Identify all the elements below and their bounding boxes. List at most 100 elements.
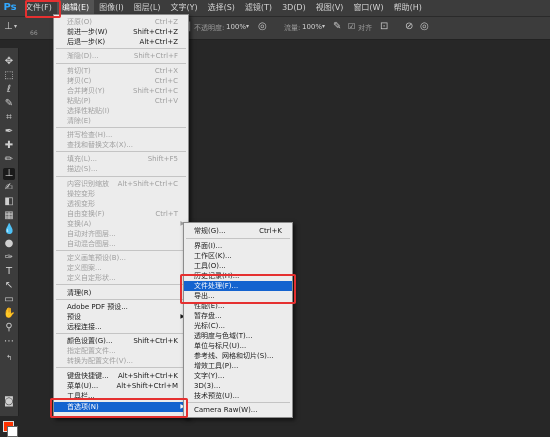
background-color-swatch[interactable] — [7, 426, 18, 437]
menu-item-label: Adobe PDF 预设... — [67, 303, 128, 311]
edit-menu-item-copy-merged[interactable]: 合并拷贝(Y) Shift+Ctrl+C — [54, 86, 188, 96]
menu-item-shortcut: Alt+Shift+Ctrl+M — [116, 382, 178, 390]
edit-menu-item-puppet-warp[interactable]: 操控变形 — [54, 189, 188, 199]
more-tools-icon[interactable]: ⋯ — [3, 336, 15, 348]
quick-mask-icon[interactable]: ◙ — [3, 396, 15, 408]
brush-tool-icon[interactable]: ✏ — [3, 154, 15, 166]
crop-tool-icon[interactable]: ⌗ — [3, 112, 15, 124]
prefs-menu-item-3d[interactable]: 3D(3)... — [184, 381, 292, 391]
menu-item-label: 内容识别缩放 — [67, 180, 109, 188]
menu-3d[interactable]: 3D(D) — [277, 0, 311, 16]
dodge-tool-icon[interactable]: ● — [3, 238, 15, 250]
prefs-menu-item-tools[interactable]: 工具(O)... — [184, 261, 292, 271]
eyedropper-tool-icon[interactable]: ✒ — [3, 126, 15, 138]
edit-menu-item-cut[interactable]: 剪切(T) Ctrl+X — [54, 66, 188, 76]
menu-select[interactable]: 选择(S) — [203, 0, 240, 16]
history-brush-tool-icon[interactable]: ✍ — [3, 182, 15, 194]
flow-value[interactable]: 100% — [302, 23, 322, 31]
lasso-tool-icon[interactable]: ℓ — [3, 84, 15, 96]
zoom-tool-icon[interactable]: ⚲ — [3, 322, 15, 334]
healing-tool-icon[interactable]: ✚ — [3, 140, 15, 152]
brush-size-value[interactable]: 66 — [30, 30, 38, 37]
prefs-menu-item-camera-raw[interactable]: Camera Raw(W)... — [184, 405, 292, 415]
menu-item-shortcut: Shift+F5 — [147, 155, 178, 163]
prefs-menu-item-units-rulers[interactable]: 单位与标尺(U)... — [184, 341, 292, 351]
tool-preset-dropdown-icon[interactable]: ▾ — [14, 21, 17, 33]
pen-tool-icon[interactable]: ✑ — [3, 252, 15, 264]
marquee-tool-icon[interactable]: ⬚ — [3, 70, 15, 82]
prefs-menu-item-general[interactable]: 常规(G)... Ctrl+K — [184, 226, 292, 236]
edit-menu-item-purge[interactable]: 清理(R) — [54, 288, 188, 298]
edit-menu-item-spell-check[interactable]: 拼写检查(H)... — [54, 130, 188, 140]
menu-item-shortcut: Ctrl+K — [259, 227, 282, 235]
type-tool-icon[interactable]: T — [3, 266, 15, 278]
move-tool-icon[interactable]: ✥ — [3, 56, 15, 68]
edit-menu-item-stroke[interactable]: 描边(S)... — [54, 164, 188, 174]
edit-menu-item-paste[interactable]: 粘贴(P) Ctrl+V — [54, 96, 188, 106]
prefs-menu-item-plugins[interactable]: 增效工具(P)... — [184, 361, 292, 371]
stamp-tool-icon[interactable]: ⊥ — [4, 21, 13, 33]
edit-menu-item-perspective-warp[interactable]: 透视变形 — [54, 199, 188, 209]
menu-separator — [56, 284, 186, 285]
sample-dropdown-icon[interactable]: ⊡ — [380, 21, 388, 33]
clone-stamp-tool-icon[interactable]: ⊥ — [3, 168, 15, 180]
edit-menu-item-content-aware-scale[interactable]: 内容识别缩放 Alt+Shift+Ctrl+C — [54, 179, 188, 189]
edit-menu-item-undo[interactable]: 还原(O) Ctrl+Z — [54, 17, 188, 27]
opacity-value[interactable]: 100% — [226, 23, 246, 31]
path-select-tool-icon[interactable]: ↖ — [3, 280, 15, 292]
edit-menu-item-find-replace[interactable]: 查找和替换文本(X)... — [54, 140, 188, 150]
edit-menu-item-define-brush[interactable]: 定义画笔预设(B)... — [54, 253, 188, 263]
edit-menu-item-paste-special[interactable]: 选择性粘贴(I) — [54, 106, 188, 116]
menu-help[interactable]: 帮助(H) — [389, 0, 427, 16]
edit-menu-item-color-settings[interactable]: 颜色设置(G)... Shift+Ctrl+K — [54, 336, 188, 346]
prefs-menu-item-interface[interactable]: 界面(I)... — [184, 241, 292, 251]
menu-window[interactable]: 窗口(W) — [348, 0, 388, 16]
prefs-menu-item-guides-grid-slices[interactable]: 参考线、网格和切片(S)... — [184, 351, 292, 361]
pressure-opacity-icon[interactable]: ◎ — [258, 21, 267, 33]
blur-tool-icon[interactable]: 💧 — [3, 224, 15, 236]
prefs-menu-item-workspace[interactable]: 工作区(K)... — [184, 251, 292, 261]
menu-item-label: 工作区(K)... — [194, 252, 232, 260]
opacity-dropdown-icon[interactable]: ▾ — [246, 21, 249, 33]
edit-menu-item-auto-blend-layers[interactable]: 自动混合图层... — [54, 239, 188, 249]
edit-menu-item-define-shape[interactable]: 定义自定形状... — [54, 273, 188, 283]
eraser-tool-icon[interactable]: ◧ — [3, 196, 15, 208]
edit-menu-item-keyboard-shortcuts[interactable]: 键盘快捷键... Alt+Shift+Ctrl+K — [54, 371, 188, 381]
edit-menu-item-remote-connections[interactable]: 远程连接... — [54, 322, 188, 332]
edit-menu-item-step-forward[interactable]: 前进一步(W) Shift+Ctrl+Z — [54, 27, 188, 37]
menu-item-label: 常规(G)... — [194, 227, 226, 235]
tools-panel: ✥ ⬚ ℓ ✎ ⌗ ✒ ✚ ✏ ⊥ ✍ ◧ ▦ 💧 ● ✑ T ↖ ▭ ✋ ⚲ … — [0, 48, 19, 437]
prefs-menu-item-type[interactable]: 文字(Y)... — [184, 371, 292, 381]
flow-dropdown-icon[interactable]: ▾ — [322, 21, 325, 33]
edit-menu-item-define-pattern[interactable]: 定义图案... — [54, 263, 188, 273]
edit-menu-item-step-backward[interactable]: 后退一步(K) Alt+Ctrl+Z — [54, 37, 188, 47]
align-checkbox[interactable]: ☑ — [348, 21, 355, 33]
shape-tool-icon[interactable]: ▭ — [3, 294, 15, 306]
edit-menu-item-free-transform[interactable]: 自由变换(F) Ctrl+T — [54, 209, 188, 219]
edit-menu-item-convert-profile[interactable]: 转换为配置文件(V)... — [54, 356, 188, 366]
edit-menu-item-adobe-pdf-presets[interactable]: Adobe PDF 预设... — [54, 302, 188, 312]
prefs-menu-item-transparency-gamut[interactable]: 透明度与色域(T)... — [184, 331, 292, 341]
edit-menu-item-menus[interactable]: 菜单(U)... Alt+Shift+Ctrl+M — [54, 381, 188, 391]
edit-menu-item-fill[interactable]: 填充(L)... Shift+F5 — [54, 154, 188, 164]
ignore-adjustment-icon[interactable]: ⊘ — [405, 21, 413, 33]
hand-tool-icon[interactable]: ✋ — [3, 308, 15, 320]
gradient-tool-icon[interactable]: ▦ — [3, 210, 15, 222]
edit-menu-item-fade[interactable]: 渐隐(D)... Shift+Ctrl+F — [54, 51, 188, 61]
airbrush-icon[interactable]: ✎ — [333, 21, 341, 33]
swap-colors-icon[interactable]: ↰ — [3, 352, 15, 364]
prefs-menu-item-technology-previews[interactable]: 技术预览(U)... — [184, 391, 292, 401]
prefs-menu-item-cursors[interactable]: 光标(C)... — [184, 321, 292, 331]
menu-separator — [56, 250, 186, 251]
edit-menu-item-presets[interactable]: 预设▶ — [54, 312, 188, 322]
edit-menu-item-transform[interactable]: 变换(A)▶ — [54, 219, 188, 229]
menu-filter[interactable]: 滤镜(T) — [240, 0, 277, 16]
edit-menu-item-clear[interactable]: 清除(E) — [54, 116, 188, 126]
prefs-menu-item-scratch-disks[interactable]: 暂存盘... — [184, 311, 292, 321]
edit-menu-item-copy[interactable]: 拷贝(C) Ctrl+C — [54, 76, 188, 86]
edit-menu-item-auto-align-layers[interactable]: 自动对齐图层... — [54, 229, 188, 239]
edit-menu-item-assign-profile[interactable]: 指定配置文件... — [54, 346, 188, 356]
pressure-size-icon[interactable]: ◎ — [420, 21, 429, 33]
menu-view[interactable]: 视图(V) — [311, 0, 349, 16]
quick-select-tool-icon[interactable]: ✎ — [3, 98, 15, 110]
